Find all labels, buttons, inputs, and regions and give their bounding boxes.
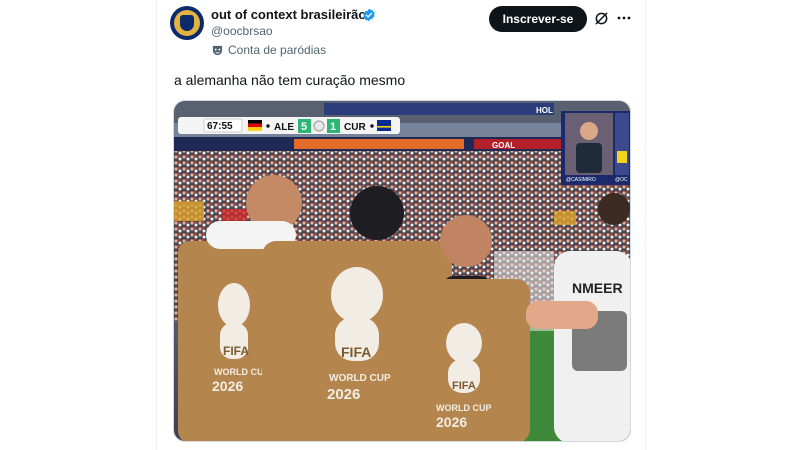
streamer-webcam: @CASIMIRO @OC: [561, 111, 630, 185]
scoreboard: 67:55 ALE 5 1 CUR: [178, 117, 400, 134]
home-score: 5: [301, 121, 307, 133]
vest-brand-left: FIFA: [223, 344, 249, 358]
grok-icon[interactable]: [594, 11, 609, 26]
tweet-text: a alemanha não tem curação mesmo: [174, 72, 406, 88]
parody-text: Conta de paródias: [228, 43, 327, 57]
parody-label: Conta de paródias: [212, 43, 326, 57]
match-photo: HOL GOAL 67:55 ALE 5 1 CUR @CASIMIRO @OC…: [174, 101, 630, 441]
vest-year-left: 2026: [212, 378, 243, 394]
led-banner-text: GOAL: [492, 141, 515, 150]
parody-mask-icon: [212, 45, 223, 55]
subscribe-button[interactable]: Inscrever-se: [489, 6, 587, 32]
vest-year-right: 2026: [436, 414, 467, 430]
tweet-media-image[interactable]: HOL GOAL 67:55 ALE 5 1 CUR @CASIMIRO @OC…: [173, 100, 631, 442]
vest-brand-right: FIFA: [452, 380, 476, 392]
verified-badge-icon: [363, 8, 375, 22]
shirt-name: NMEER: [572, 280, 623, 296]
vest-event-center: WORLD CUP: [329, 373, 391, 384]
vest-event-right: WORLD CUP: [436, 403, 492, 413]
match-clock: 67:55: [207, 121, 233, 132]
display-name[interactable]: out of context brasileirão: [211, 7, 366, 22]
away-score: 1: [330, 121, 336, 133]
vest-brand-center: FIFA: [341, 344, 371, 360]
stadium-sign: HOL: [536, 106, 553, 115]
vest-event-left: WORLD CUP: [214, 367, 270, 377]
vest-year-center: 2026: [327, 386, 360, 403]
avatar-logo-ring: [174, 10, 200, 36]
home-team: ALE: [274, 122, 294, 133]
streamer-tag-left: @CASIMIRO: [566, 177, 596, 183]
away-team: CUR: [344, 122, 366, 133]
more-options-icon[interactable]: [616, 10, 632, 26]
streamer-tag-right: @OC: [615, 177, 628, 183]
handle[interactable]: @oocbrsao: [211, 24, 273, 38]
avatar[interactable]: [170, 6, 204, 40]
